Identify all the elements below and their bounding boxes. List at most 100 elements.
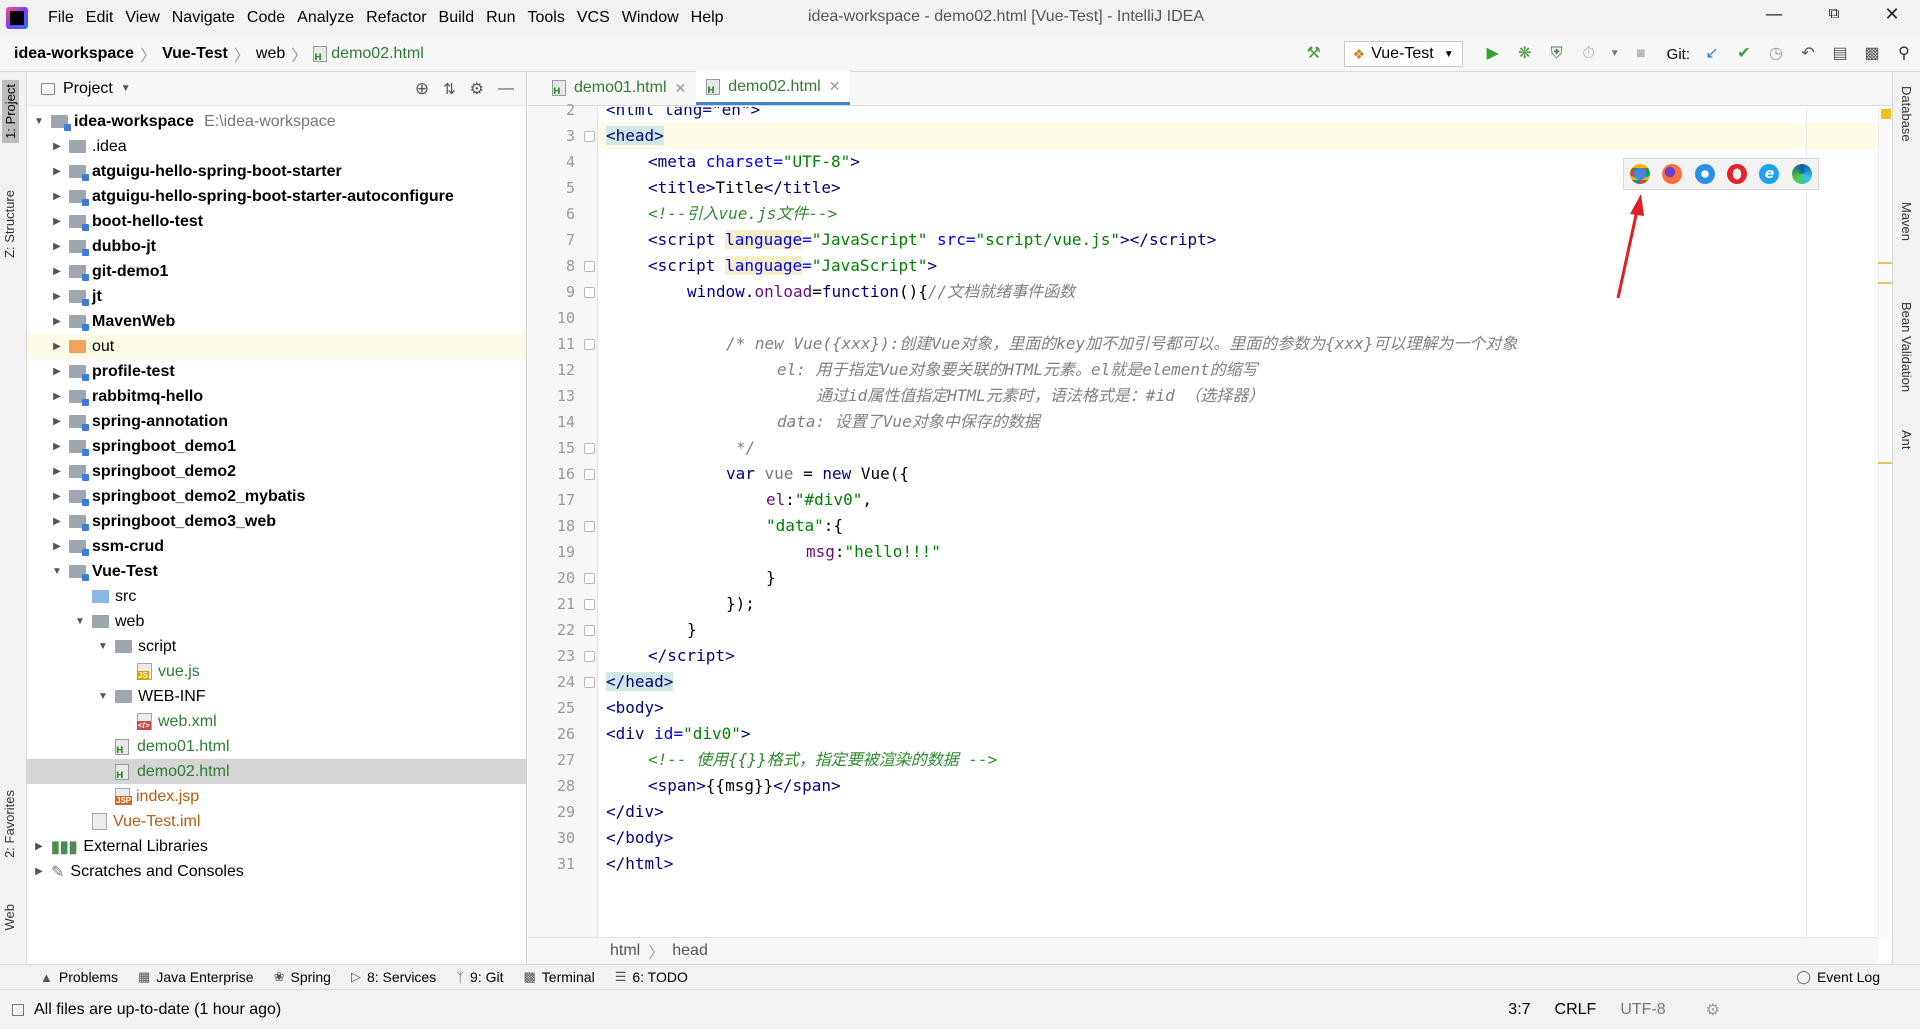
fold-marker-icon[interactable] (584, 599, 595, 610)
menu-run[interactable]: Run (480, 9, 521, 27)
tree-row[interactable]: ▶ springboot_demo2 (27, 459, 526, 484)
tab-problems[interactable]: ▲ Problems (40, 969, 118, 985)
safari-icon[interactable] (1694, 164, 1715, 184)
tree-row[interactable]: ▶ springboot_demo3_web (27, 509, 526, 534)
status-message[interactable]: All files are up-to-date (1 hour ago) (34, 1001, 281, 1019)
chevron-right-icon[interactable]: ▶ (51, 141, 63, 152)
fold-marker-icon[interactable] (584, 573, 595, 584)
stop-icon[interactable]: ■ (1631, 44, 1651, 64)
tab-todo[interactable]: ☰ 6: TODO (615, 969, 688, 985)
caret-position[interactable]: 3:7 (1508, 1001, 1530, 1019)
tab-structure[interactable]: Z: Structure (2, 190, 17, 258)
chevron-right-icon[interactable]: ▶ (51, 316, 63, 327)
tree-row[interactable]: ▶ MavenWeb (27, 309, 526, 334)
scroll-marker[interactable] (1878, 462, 1892, 464)
menu-view[interactable]: View (119, 9, 165, 27)
fold-marker-icon[interactable] (584, 625, 595, 636)
chevron-down-icon[interactable]: ▼ (74, 616, 86, 627)
tree-row[interactable]: ▶ rabbitmq-hello (27, 384, 526, 409)
fold-marker-icon[interactable] (584, 469, 595, 480)
tree-row[interactable]: ▼ Vue-Test (27, 559, 526, 584)
menu-window[interactable]: Window (616, 9, 685, 27)
tree-row[interactable]: ▶ .idea (27, 134, 526, 159)
tree-row[interactable]: JSP index.jsp (27, 784, 526, 809)
chevron-down-icon[interactable]: ▼ (51, 566, 63, 577)
tree-row[interactable]: src (27, 584, 526, 609)
tree-row[interactable]: ▶ dubbo-jt (27, 234, 526, 259)
chevron-right-icon[interactable]: ▶ (51, 391, 63, 402)
chevron-right-icon[interactable]: ▶ (51, 241, 63, 252)
scroll-marker[interactable] (1878, 262, 1892, 264)
tree-row[interactable]: ▼ web (27, 609, 526, 634)
file-encoding[interactable]: UTF-8 (1620, 1001, 1665, 1019)
opera-icon[interactable] (1727, 164, 1748, 184)
menu-code[interactable]: Code (241, 9, 291, 27)
build-hammer-icon[interactable]: ⚒ (1304, 44, 1324, 64)
chevron-right-icon[interactable]: ▶ (51, 291, 63, 302)
project-panel-title[interactable]: Project (63, 80, 113, 98)
chevron-right-icon[interactable]: ▶ (51, 441, 63, 452)
fold-marker-icon[interactable] (584, 131, 595, 142)
tree-row[interactable]: ▶ profile-test (27, 359, 526, 384)
line-separator[interactable]: CRLF (1555, 1001, 1597, 1019)
fold-marker-icon[interactable] (584, 677, 595, 688)
chevron-right-icon[interactable]: ▶ (51, 191, 63, 202)
menu-tools[interactable]: Tools (521, 9, 570, 27)
breadcrumb-project[interactable]: Vue-Test (162, 45, 228, 63)
firefox-icon[interactable] (1662, 164, 1683, 184)
git-history-icon[interactable]: ◷ (1766, 44, 1786, 64)
fold-marker-icon[interactable] (584, 651, 595, 662)
breadcrumb-workspace[interactable]: idea-workspace (14, 45, 134, 63)
editor-scrollbar[interactable] (1878, 107, 1892, 937)
menu-file[interactable]: File (42, 9, 80, 27)
crumb-head[interactable]: head (672, 942, 708, 960)
tab-maven[interactable]: Maven (1899, 202, 1914, 241)
tree-row[interactable]: ▶ git-demo1 (27, 259, 526, 284)
tree-row-selected[interactable]: demo02.html (27, 759, 526, 784)
chevron-down-icon[interactable]: ▼ (1605, 44, 1625, 64)
tree-row[interactable]: ▶ spring-annotation (27, 409, 526, 434)
menu-edit[interactable]: Edit (80, 9, 120, 27)
tree-row[interactable]: ▶ boot-hello-test (27, 209, 526, 234)
menu-help[interactable]: Help (685, 9, 730, 27)
chevron-down-icon[interactable]: ▼ (97, 691, 109, 702)
close-icon[interactable]: ✕ (829, 78, 841, 95)
chevron-right-icon[interactable]: ▶ (51, 541, 63, 552)
fold-marker-icon[interactable] (584, 261, 595, 272)
chevron-right-icon[interactable]: ▶ (51, 216, 63, 227)
fold-marker-icon[interactable] (584, 521, 595, 532)
tree-row[interactable]: ▶ out (27, 334, 526, 359)
tab-web[interactable]: Web (2, 904, 17, 931)
tree-row[interactable]: demo01.html (27, 734, 526, 759)
edge-icon[interactable] (1791, 164, 1812, 184)
tab-project[interactable]: 1: Project (2, 80, 19, 143)
menu-refactor[interactable]: Refactor (360, 9, 432, 27)
chevron-right-icon[interactable]: ▶ (33, 866, 45, 877)
tree-row-root[interactable]: ▼ idea-workspace E:\idea-workspace (27, 109, 526, 134)
git-commit-icon[interactable]: ✔ (1734, 44, 1754, 64)
tab-demo02[interactable]: demo02.html ✕ (696, 71, 851, 105)
profile-icon[interactable]: ⏱ (1579, 44, 1599, 64)
tab-terminal[interactable]: ▩ Terminal (524, 969, 595, 985)
scroll-marker[interactable] (1878, 282, 1892, 284)
minimize-icon[interactable]: — (1760, 4, 1788, 32)
chevron-down-icon[interactable]: ▼ (97, 641, 109, 652)
tree-row[interactable]: ▶ ✎ Scratches and Consoles (27, 859, 526, 884)
tree-row[interactable]: JS vue.js (27, 659, 526, 684)
git-update-icon[interactable]: ↙ (1702, 44, 1722, 64)
tab-java-enterprise[interactable]: ▦ Java Enterprise (138, 969, 254, 985)
tab-ant[interactable]: Ant (1899, 430, 1914, 450)
hide-panel-icon[interactable]: — (498, 80, 514, 98)
tab-event-log[interactable]: ◯ Event Log (1796, 969, 1880, 985)
chevron-right-icon[interactable]: ▶ (51, 491, 63, 502)
project-structure-icon[interactable]: ▤ (1830, 44, 1850, 64)
debug-icon[interactable]: ❋ (1515, 44, 1535, 64)
tree-row[interactable]: ▶ ▮▮▮ External Libraries (27, 834, 526, 859)
menu-vcs[interactable]: VCS (571, 9, 616, 27)
fold-marker-icon[interactable] (584, 339, 595, 350)
search-icon[interactable]: ⚲ (1894, 44, 1914, 64)
tab-database[interactable]: Database (1899, 86, 1914, 142)
tree-row[interactable]: ▼ script (27, 634, 526, 659)
chevron-right-icon[interactable]: ▶ (51, 341, 63, 352)
tab-bean-validation[interactable]: Bean Validation (1899, 302, 1914, 392)
